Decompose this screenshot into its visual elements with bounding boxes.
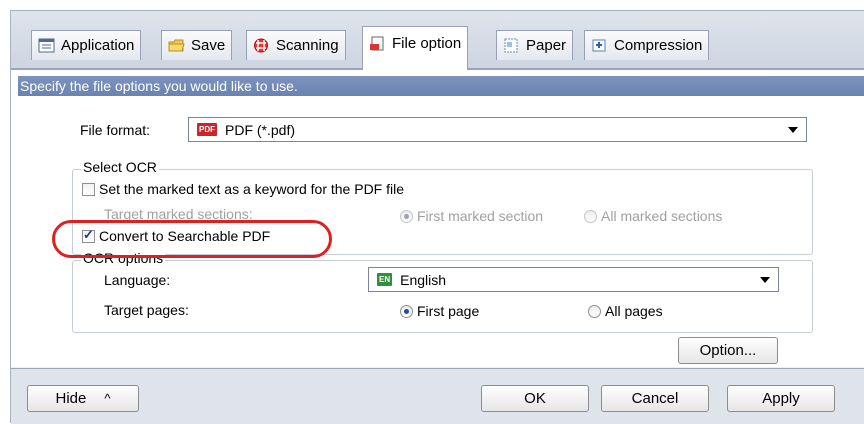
file-format-label: File format: <box>80 122 151 138</box>
cancel-button[interactable]: Cancel <box>601 385 709 412</box>
file-format-select[interactable]: PDF PDF (*.pdf) <box>188 117 807 142</box>
tab-scanning[interactable]: Scanning <box>246 30 346 60</box>
all-marked-radio-dot[interactable] <box>584 209 597 223</box>
ok-button[interactable]: OK <box>481 385 589 412</box>
file-option-icon <box>369 36 386 51</box>
tab-file-option-label: File option <box>392 35 462 52</box>
compression-icon <box>591 38 608 53</box>
file-option-panel: Specify the file options you would like … <box>11 69 864 367</box>
tab-application-label: Application <box>61 37 135 54</box>
tab-paper-label: Paper <box>526 37 567 54</box>
hide-button-label: Hide <box>55 390 87 407</box>
searchable-pdf-checkbox-box[interactable] <box>82 227 95 243</box>
searchable-pdf-checkbox[interactable]: Convert to Searchable PDF <box>82 227 273 244</box>
all-marked-radio[interactable]: All marked sections <box>584 208 722 224</box>
first-page-radio-dot[interactable] <box>400 304 413 318</box>
keyword-checkbox-label: Set the marked text as a keyword for the… <box>99 181 405 197</box>
application-icon <box>38 38 55 53</box>
tab-scanning-label: Scanning <box>276 37 339 54</box>
tab-save-label: Save <box>191 37 226 54</box>
ocr-options-title: OCR options <box>81 250 166 266</box>
language-select[interactable]: EN English <box>368 267 779 292</box>
tab-compression-label: Compression <box>614 37 703 54</box>
scanning-icon <box>253 38 270 53</box>
keyword-checkbox[interactable]: Set the marked text as a keyword for the… <box>82 181 404 197</box>
first-page-radio[interactable]: First page <box>400 303 479 319</box>
target-pages-label: Target pages: <box>104 302 189 318</box>
first-marked-radio-dot[interactable] <box>400 209 413 223</box>
all-pages-label: All pages <box>605 303 663 319</box>
searchable-pdf-label: Convert to Searchable PDF <box>99 228 271 244</box>
en-flag-icon: EN <box>377 273 393 286</box>
all-pages-radio[interactable]: All pages <box>588 303 663 319</box>
language-value: English <box>400 271 447 288</box>
panel-banner: Specify the file options you would like … <box>18 76 864 96</box>
language-label: Language: <box>104 272 171 288</box>
dialog-footer: Hide ^ OK Cancel Apply <box>11 368 864 424</box>
tab-file-option[interactable]: File option <box>362 26 469 70</box>
first-page-label: First page <box>417 303 480 319</box>
target-marked-label: Target marked sections: <box>104 206 253 222</box>
scan-settings-window: Application Save Scanning File option Pa… <box>10 10 864 424</box>
first-marked-radio[interactable]: First marked section <box>400 208 543 224</box>
folder-icon <box>168 38 185 53</box>
tab-bar: Application Save Scanning File option Pa… <box>11 11 864 70</box>
chevron-down-icon <box>788 127 798 133</box>
file-format-value: PDF (*.pdf) <box>225 121 296 138</box>
select-ocr-title: Select OCR <box>81 159 159 175</box>
hide-button[interactable]: Hide ^ <box>27 385 139 412</box>
option-button[interactable]: Option... <box>678 337 778 364</box>
all-pages-radio-dot[interactable] <box>588 304 601 318</box>
chevron-down-icon <box>760 277 770 283</box>
tab-application[interactable]: Application <box>31 30 142 60</box>
tab-paper[interactable]: Paper <box>496 30 574 60</box>
paper-icon <box>503 38 520 53</box>
apply-button[interactable]: Apply <box>727 385 835 412</box>
keyword-checkbox-box[interactable] <box>82 182 95 196</box>
first-marked-label: First marked section <box>417 208 544 224</box>
all-marked-label: All marked sections <box>601 208 723 224</box>
tab-save[interactable]: Save <box>161 30 233 60</box>
pdf-icon: PDF <box>197 123 217 136</box>
tab-compression[interactable]: Compression <box>584 30 710 60</box>
chevron-up-icon: ^ <box>104 391 111 406</box>
